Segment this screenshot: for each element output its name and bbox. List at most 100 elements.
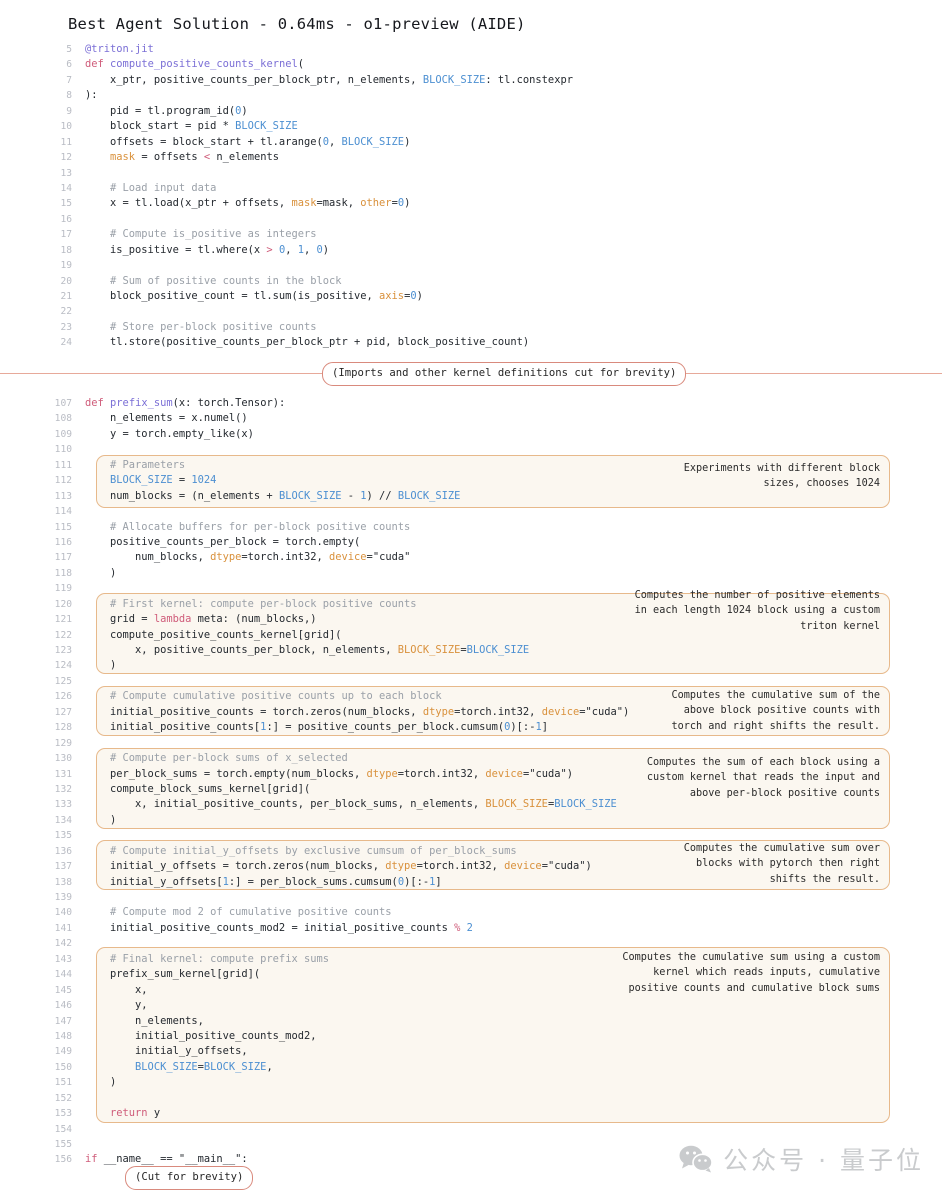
code-line: 131 per_block_sums = torch.empty(num_blo… bbox=[0, 767, 942, 782]
code-line: 150 BLOCK_SIZE=BLOCK_SIZE, bbox=[0, 1060, 942, 1075]
code-line: 129 bbox=[0, 736, 942, 751]
screenshot-root: Best Agent Solution - 0.64ms - o1-previe… bbox=[0, 0, 942, 1199]
line-number: 13 bbox=[60, 167, 72, 179]
code-block-kernel: 5 @triton.jit 6 def compute_positive_counts… bbox=[0, 42, 942, 351]
code-line: 113 num_blocks = (n_elements + BLOCK_SIZ… bbox=[0, 489, 942, 504]
line-content: initial_positive_counts_mod2, bbox=[85, 1029, 317, 1042]
code-line: 144 prefix_sum_kernel[grid]( bbox=[0, 967, 942, 982]
code-line: 138 initial_y_offsets[1:] = per_block_su… bbox=[0, 875, 942, 890]
line-content: initial_y_offsets, bbox=[85, 1045, 248, 1058]
code-line: 140 # Compute mod 2 of cumulative positi… bbox=[0, 905, 942, 920]
code-line: 18 is_positive = tl.where(x > 0, 1, 0) bbox=[0, 243, 942, 258]
code-line: 137 initial_y_offsets = torch.zeros(num_… bbox=[0, 859, 942, 874]
line-content: ) bbox=[85, 659, 117, 672]
line-number: 116 bbox=[54, 536, 72, 548]
line-number: 17 bbox=[60, 229, 72, 241]
line-number: 11 bbox=[60, 136, 72, 148]
line-number: 126 bbox=[54, 691, 72, 703]
wechat-icon bbox=[679, 1145, 713, 1173]
line-content: block_positive_count = tl.sum(is_positiv… bbox=[85, 290, 423, 302]
watermark-text: 公众号 · 量子位 bbox=[723, 1146, 924, 1175]
line-number: 7 bbox=[66, 74, 72, 86]
line-content: x = tl.load(x_ptr + offsets, mask=mask, … bbox=[85, 197, 411, 210]
line-number: 152 bbox=[54, 1092, 72, 1104]
line-content: def prefix_sum(x: torch.Tensor): bbox=[85, 397, 286, 409]
line-content: block_start = pid * BLOCK_SIZE bbox=[85, 120, 298, 133]
line-content: ) bbox=[85, 1076, 117, 1089]
code-line: 151 ) bbox=[0, 1075, 942, 1090]
line-number: 5 bbox=[66, 44, 72, 55]
code-line: 24 tl.store(positive_counts_per_block_pt… bbox=[0, 335, 942, 350]
code-line: 14 # Load input data bbox=[0, 181, 942, 196]
code-line: 130 # Compute per-block sums of x_select… bbox=[0, 751, 942, 766]
code-line: 146 y, bbox=[0, 998, 942, 1013]
line-content: n_elements, bbox=[85, 1014, 204, 1027]
code-line: 145 x, bbox=[0, 983, 942, 998]
line-number: 125 bbox=[54, 675, 72, 687]
line-content: # Compute is_positive as integers bbox=[110, 228, 317, 241]
code-line: 119 bbox=[0, 581, 942, 596]
code-line: 125 bbox=[0, 674, 942, 689]
code-line: 108 n_elements = x.numel() bbox=[0, 411, 942, 426]
line-number: 128 bbox=[54, 722, 72, 734]
line-number: 150 bbox=[54, 1061, 72, 1073]
code-line: 109 y = torch.empty_like(x) bbox=[0, 427, 942, 442]
line-content: n_elements = x.numel() bbox=[85, 412, 248, 425]
line-number: 110 bbox=[54, 444, 72, 456]
line-number: 124 bbox=[54, 660, 72, 672]
code-line: 134 ) bbox=[0, 813, 942, 828]
code-block-prefix-sum: 107 def prefix_sum(x: torch.Tensor): 108 n… bbox=[0, 396, 942, 1168]
line-number: 141 bbox=[54, 922, 72, 934]
line-content: tl.store(positive_counts_per_block_ptr +… bbox=[85, 336, 530, 349]
line-number: 18 bbox=[60, 244, 72, 256]
line-content: initial_positive_counts[1:] = positive_c… bbox=[85, 721, 548, 734]
line-content: # Allocate buffers for per-block positiv… bbox=[110, 520, 411, 533]
line-content: grid = lambda meta: (num_blocks,) bbox=[85, 613, 317, 626]
line-number: 145 bbox=[54, 984, 72, 996]
line-number: 155 bbox=[54, 1139, 72, 1150]
code-line: 122 compute_positive_counts_kernel[grid]… bbox=[0, 628, 942, 643]
line-number: 142 bbox=[54, 938, 72, 950]
code-line: 12 mask = offsets < n_elements bbox=[0, 150, 942, 165]
code-line: 116 positive_counts_per_block = torch.em… bbox=[0, 535, 942, 550]
line-content: # Compute cumulative positive counts up … bbox=[110, 690, 442, 703]
line-number: 113 bbox=[54, 490, 72, 502]
line-content: positive_counts_per_block = torch.empty( bbox=[85, 535, 361, 548]
watermark: 公众号 · 量子位 bbox=[679, 1141, 924, 1177]
line-number: 119 bbox=[54, 583, 72, 595]
line-content: BLOCK_SIZE = 1024 bbox=[110, 474, 217, 487]
line-number: 10 bbox=[60, 121, 72, 133]
line-content: @triton.jit bbox=[85, 43, 154, 55]
line-number: 137 bbox=[54, 861, 72, 873]
line-number: 14 bbox=[60, 182, 72, 194]
line-number: 111 bbox=[54, 459, 72, 471]
code-line: 107 def prefix_sum(x: torch.Tensor): bbox=[0, 396, 942, 411]
line-number: 132 bbox=[54, 783, 72, 795]
line-content: # Final kernel: compute prefix sums bbox=[110, 952, 329, 965]
line-content: ) bbox=[85, 813, 117, 826]
code-line: 117 num_blocks, dtype=torch.int32, devic… bbox=[0, 550, 942, 565]
line-content: y = torch.empty_like(x) bbox=[85, 427, 254, 440]
code-line: 152 bbox=[0, 1091, 942, 1106]
line-content: # Parameters bbox=[110, 458, 186, 471]
line-content: is_positive = tl.where(x > 0, 1, 0) bbox=[85, 243, 330, 256]
code-line: 124 ) bbox=[0, 658, 942, 673]
line-content: # Compute per-block sums of x_selected bbox=[110, 752, 348, 765]
code-line: 17 # Compute is_positive as integers bbox=[0, 227, 942, 242]
line-content: def compute_positive_counts_kernel( bbox=[85, 58, 304, 71]
line-number: 9 bbox=[66, 105, 72, 117]
code-line: 135 bbox=[0, 828, 942, 843]
code-line: 123 x, positive_counts_per_block, n_elem… bbox=[0, 643, 942, 658]
line-number: 115 bbox=[54, 521, 72, 533]
code-line: 143 # Final kernel: compute prefix sums bbox=[0, 952, 942, 967]
line-content: x_ptr, positive_counts_per_block_ptr, n_… bbox=[85, 73, 573, 86]
line-number: 107 bbox=[54, 398, 72, 409]
line-number: 144 bbox=[54, 969, 72, 981]
code-line: 118 ) bbox=[0, 566, 942, 581]
line-content: initial_positive_counts = torch.zeros(nu… bbox=[85, 705, 630, 718]
code-line: 136 # Compute initial_y_offsets by exclu… bbox=[0, 844, 942, 859]
line-content: # First kernel: compute per-block positi… bbox=[110, 597, 417, 610]
line-content: offsets = block_start + tl.arange(0, BLO… bbox=[85, 135, 411, 148]
line-number: 114 bbox=[54, 506, 72, 518]
line-content: prefix_sum_kernel[grid]( bbox=[85, 968, 261, 981]
